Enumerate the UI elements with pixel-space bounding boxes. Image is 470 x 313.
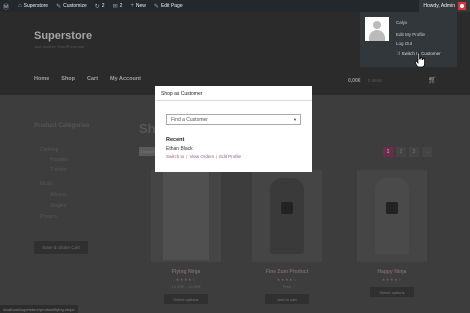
select-options-button[interactable]: Select options [164, 294, 208, 304]
recent-customer-actions: Switch to | View Orders | Edit Profile [166, 154, 242, 159]
divider [155, 100, 312, 101]
nav-my-account[interactable]: My Account [110, 76, 141, 82]
product-card[interactable]: Happy Ninja ★★★★☆ Select options [357, 170, 427, 297]
product-image[interactable] [151, 170, 221, 262]
brush-icon: ✎ [56, 3, 62, 10]
nav-shop[interactable]: Shop [61, 76, 75, 82]
comment-icon: ✉ [112, 3, 118, 10]
menu-log-out[interactable]: Log Out [396, 41, 412, 46]
pagination: 1 2 3 → [383, 147, 432, 157]
select-options-button[interactable]: Select options [370, 287, 414, 297]
cart-total[interactable]: 0,00€ [348, 78, 361, 84]
site-title[interactable]: Superstore [34, 30, 92, 42]
site-tagline: Just another WordPress site [34, 44, 85, 49]
admin-bar-new[interactable]: + New [126, 0, 150, 12]
menu-profile-name[interactable]: Calyx [396, 20, 407, 25]
hand-cursor-icon [414, 52, 425, 68]
admin-bar: Ⓦ ⌂ Superstore ✎ Customize ↻ 2 ✉ 2 + New ✎ Edi… [0, 0, 470, 12]
admin-bar-edit-page[interactable]: ✎ Edit Page [150, 0, 187, 12]
next-page[interactable]: → [422, 147, 432, 157]
refresh-icon: ↻ [94, 3, 100, 10]
sidebar-title: Product Categories [34, 123, 90, 129]
recent-customer-name: Ethan Black [166, 146, 193, 152]
admin-avatar [458, 2, 466, 10]
user-avatar[interactable] [365, 17, 389, 41]
recent-heading: Recent [166, 137, 185, 143]
cart-item-count[interactable]: 0 items [368, 78, 383, 83]
admin-bar-updates[interactable]: ↻ 2 [91, 0, 109, 12]
nav-home[interactable]: Home [34, 76, 49, 82]
category-link[interactable]: Clothing [40, 147, 58, 153]
admin-bar-customize[interactable]: ✎ Customize [52, 0, 91, 12]
category-link[interactable]: T-shirts [50, 167, 66, 173]
edit-profile-link[interactable]: Edit Profile [219, 154, 241, 159]
product-card[interactable]: Fine Zum Product ★★★★☆ Free Add to cart [252, 170, 322, 304]
admin-account-dropdown: Calyx Edit My Profile Log Out ⤨ Switch to… [360, 12, 457, 67]
modal-title: Shop as Customer [161, 91, 203, 97]
admin-bar-site-name[interactable]: ⌂ Superstore [14, 0, 52, 12]
main-navigation: Home Shop Cart My Account [34, 76, 141, 82]
product-rating: ★★★★☆ [276, 277, 298, 282]
product-card[interactable]: Flying Ninja ★★★★☆ 12,00€ – 14,00€ Selec… [151, 170, 221, 304]
product-image[interactable] [357, 170, 427, 262]
plus-icon: + [130, 3, 134, 9]
view-orders-link[interactable]: View Orders [189, 154, 214, 159]
menu-edit-profile[interactable]: Edit My Profile [396, 32, 425, 37]
product-rating: ★★★★☆ [381, 277, 403, 282]
product-image[interactable] [252, 170, 322, 262]
admin-bar-comments[interactable]: ✉ 2 [109, 0, 127, 12]
product-price: 12,00€ – 14,00€ [171, 284, 201, 289]
page-3[interactable]: 3 [409, 147, 419, 157]
page-1[interactable]: 1 [383, 147, 393, 157]
product-rating: ★★★★☆ [175, 277, 197, 282]
category-link[interactable]: Albums [50, 192, 67, 198]
pencil-icon: ✎ [153, 3, 159, 10]
category-link[interactable]: Music [40, 181, 53, 187]
category-link[interactable]: Hoodies [50, 157, 68, 163]
product-name[interactable]: Flying Ninja [151, 269, 221, 275]
home-icon: ⌂ [18, 3, 22, 9]
switch-to-link[interactable]: Switch to [166, 154, 184, 159]
category-link[interactable]: Posters [40, 214, 57, 220]
add-to-cart-button[interactable]: Add to cart [265, 294, 309, 304]
category-link[interactable]: Singles [50, 203, 66, 209]
save-share-cart-button[interactable]: Save & Share Cart [34, 241, 88, 254]
page-2[interactable]: 2 [396, 147, 406, 157]
shuffle-icon: ⤨ [396, 51, 400, 56]
product-price: Free [282, 284, 292, 289]
status-bar-url: localhost/superstore/product/flying-ninj… [0, 305, 78, 313]
chevron-down-icon: ▼ [293, 117, 297, 122]
wordpress-logo-icon[interactable]: Ⓦ [0, 0, 14, 12]
basket-icon[interactable]: 🛒︎ [428, 76, 437, 84]
customer-search-select[interactable]: Find a Customer ▼ [166, 114, 301, 125]
admin-bar-my-account[interactable]: Howdy, Admin [419, 0, 470, 12]
shop-as-customer-modal: Shop as Customer Find a Customer ▼ Recen… [155, 86, 312, 172]
product-name[interactable]: Fine Zum Product [252, 269, 322, 275]
product-name[interactable]: Happy Ninja [357, 269, 427, 275]
nav-cart[interactable]: Cart [87, 76, 98, 82]
